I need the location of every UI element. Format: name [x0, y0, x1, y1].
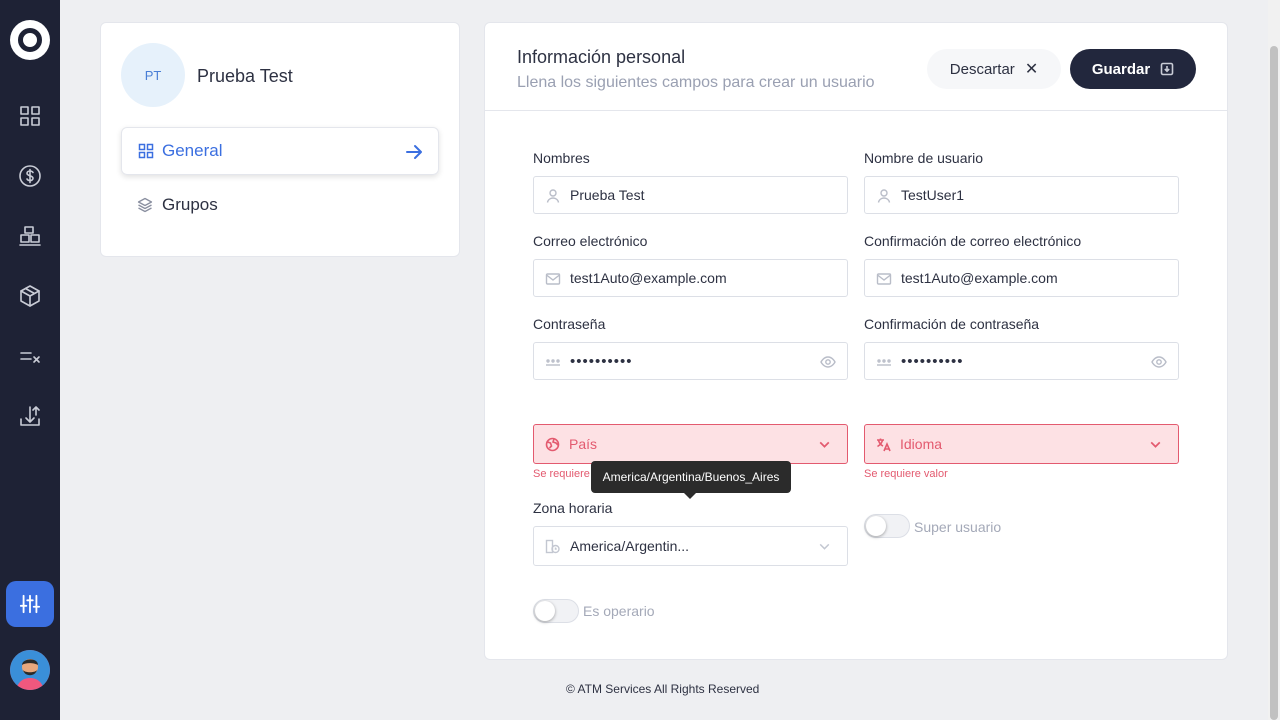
save-button[interactable]: Guardar [1070, 49, 1196, 89]
cube-icon[interactable] [18, 284, 42, 308]
close-icon: ✕ [1024, 61, 1039, 78]
pais-placeholder: País [569, 436, 598, 452]
footer-copyright: © ATM Services All Rights Reserved [566, 682, 760, 696]
form-subtitle: Llena los siguientes campos para crear u… [517, 74, 875, 91]
layers-icon [137, 197, 153, 213]
correo-conf-input[interactable]: test1Auto@example.com [864, 259, 1179, 297]
zona-select[interactable]: America/Argentin... [533, 526, 848, 566]
eye-icon[interactable] [1151, 354, 1167, 370]
upload-icon[interactable] [18, 404, 42, 428]
user-form-card: Información personal Llena los siguiente… [484, 22, 1228, 660]
nombres-label: Nombres [533, 150, 590, 166]
nombres-input[interactable]: Prueba Test [533, 176, 848, 214]
idioma-select[interactable]: Idioma [864, 424, 1179, 464]
correo-conf-value: test1Auto@example.com [901, 270, 1058, 286]
correo-label: Correo electrónico [533, 233, 648, 249]
zona-label: Zona horaria [533, 500, 613, 516]
usuario-value: TestUser1 [901, 187, 965, 203]
pass-conf-label: Confirmación de contraseña [864, 316, 1040, 332]
usuario-input[interactable]: TestUser1 [864, 176, 1179, 214]
settings-sliders-icon[interactable] [6, 581, 54, 627]
correo-input[interactable]: test1Auto@example.com [533, 259, 848, 297]
mail-icon [545, 271, 561, 287]
checklist-icon[interactable] [18, 344, 42, 368]
user-icon [876, 188, 892, 204]
eye-icon[interactable] [820, 354, 836, 370]
sidebar [0, 0, 60, 720]
idioma-error: Se requiere valor [864, 468, 948, 480]
password-dots-icon [545, 354, 561, 370]
password-dots-icon [876, 354, 892, 370]
chevron-down-icon [1148, 437, 1162, 451]
discard-label: Descartar [949, 60, 1015, 78]
profile-card: PT Prueba Test General Grupos [100, 22, 460, 257]
arrow-right-icon [406, 145, 422, 159]
mail-icon [876, 271, 892, 287]
app-logo[interactable] [10, 20, 50, 60]
pass-label: Contraseña [533, 316, 606, 332]
scrollbar-thumb[interactable] [1270, 46, 1278, 720]
pass-value: •••••••••• [570, 352, 633, 370]
super-usuario-label: Super usuario [914, 519, 1002, 535]
pass-conf-input[interactable]: •••••••••• [864, 342, 1179, 380]
menu-item-label: Grupos [162, 195, 218, 214]
translate-icon [876, 437, 891, 452]
form-header: Información personal Llena los siguiente… [485, 23, 1227, 111]
profile-initials-avatar: PT [121, 43, 185, 107]
pais-select[interactable]: País [533, 424, 848, 464]
grid-icon [138, 143, 154, 159]
timezone-icon [545, 539, 560, 554]
pass-input[interactable]: •••••••••• [533, 342, 848, 380]
save-icon [1160, 62, 1174, 76]
dashboard-icon[interactable] [18, 104, 42, 128]
idioma-placeholder: Idioma [900, 436, 943, 452]
menu-item-grupos[interactable]: Grupos [137, 195, 218, 215]
discard-button[interactable]: Descartar ✕ [927, 49, 1061, 89]
user-icon [545, 188, 561, 204]
correo-conf-label: Confirmación de correo electrónico [864, 233, 1082, 249]
zona-value: America/Argentin... [570, 538, 690, 554]
timezone-tooltip: America/Argentina/Buenos_Aires [591, 461, 791, 499]
boxes-icon[interactable] [18, 224, 42, 248]
globe-icon [545, 437, 560, 452]
menu-item-label: General [162, 141, 223, 160]
pass-conf-value: •••••••••• [901, 352, 964, 370]
user-avatar[interactable] [10, 650, 50, 690]
form-title: Información personal [517, 47, 686, 67]
save-label: Guardar [1091, 60, 1151, 78]
nombres-value: Prueba Test [570, 187, 645, 203]
page-scrollbar[interactable] [1268, 0, 1280, 720]
profile-name: Prueba Test [197, 66, 293, 86]
correo-value: test1Auto@example.com [570, 270, 727, 286]
dollar-icon[interactable] [18, 164, 42, 188]
es-operario-toggle[interactable] [533, 599, 579, 623]
chevron-down-icon [817, 437, 831, 451]
super-usuario-toggle[interactable] [864, 514, 910, 538]
usuario-label: Nombre de usuario [864, 150, 984, 166]
menu-item-general[interactable]: General [121, 127, 439, 175]
es-operario-label: Es operario [583, 603, 655, 619]
chevron-down-icon [817, 539, 831, 553]
